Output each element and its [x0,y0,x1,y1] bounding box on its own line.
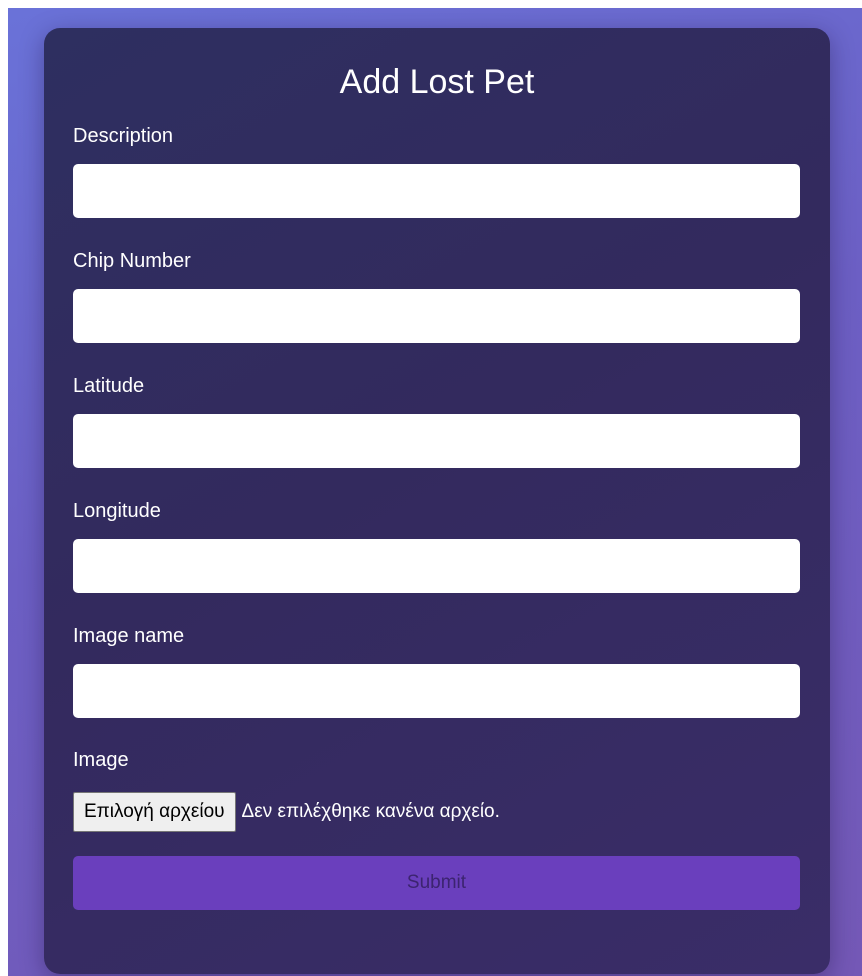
description-input[interactable] [73,164,800,218]
image-name-label: Image name [73,625,185,647]
longitude-label: Longitude [73,500,161,522]
latitude-label: Latitude [73,375,145,397]
file-status-text: Δεν επιλέχθηκε κανένα αρχείο. [241,801,500,822]
choose-file-button[interactable]: Επιλογή αρχείου [73,792,236,832]
chip-number-input[interactable] [73,289,800,343]
latitude-input[interactable] [73,414,800,468]
longitude-input[interactable] [73,539,800,593]
page-background: Add Lost Pet Description Chip Number Lat… [8,8,862,976]
image-label: Image [73,749,129,771]
submit-button[interactable]: Submit [73,856,800,910]
chip-number-label: Chip Number [73,250,191,272]
image-file-input: Επιλογή αρχείου Δεν επιλέχθηκε κανένα αρ… [73,792,500,832]
image-name-input[interactable] [73,664,800,718]
description-label: Description [73,125,174,147]
form-title: Add Lost Pet [339,63,535,101]
add-lost-pet-form: Add Lost Pet Description Chip Number Lat… [44,28,830,974]
